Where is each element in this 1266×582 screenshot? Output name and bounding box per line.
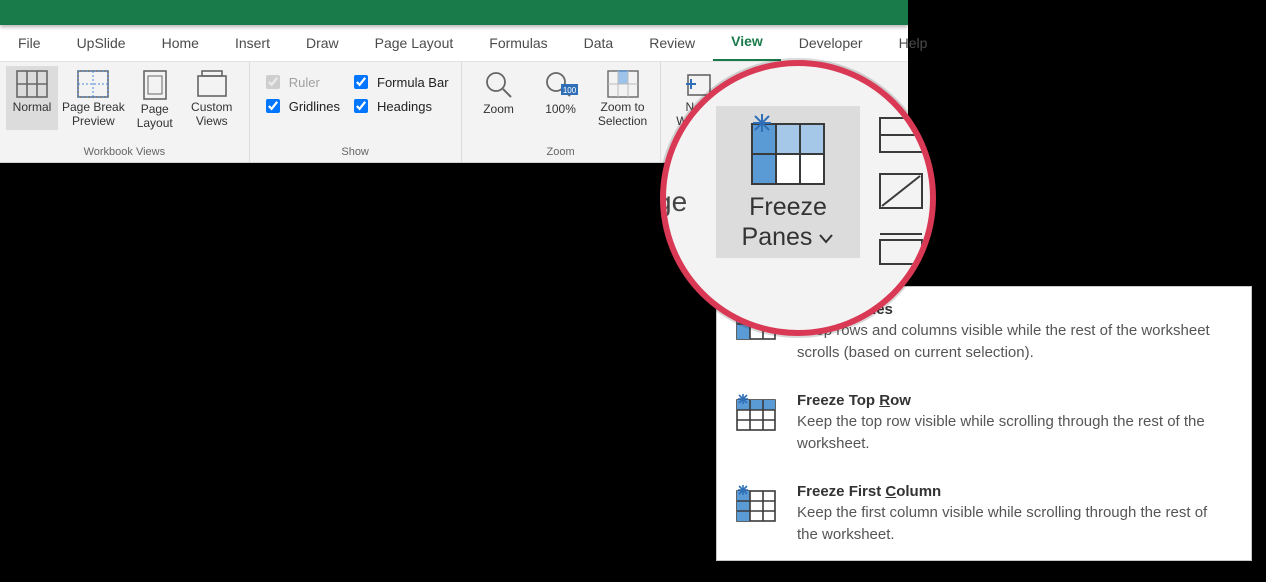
ruler-check [266, 75, 280, 89]
tab-developer[interactable]: Developer [781, 26, 881, 61]
ribbon-tabs: File UpSlide Home Insert Draw Page Layou… [0, 25, 908, 61]
gridlines-checkbox[interactable]: Gridlines [262, 96, 340, 116]
magnifier-callout: ge [660, 60, 936, 336]
menu-item-freeze-top-row[interactable]: Freeze Top Row Keep the top row visible … [717, 378, 1251, 469]
split-icon [878, 116, 924, 154]
zoom-100-button[interactable]: 100 100% [530, 66, 592, 132]
tab-formulas[interactable]: Formulas [471, 26, 565, 61]
group-label-workbook-views: Workbook Views [84, 144, 166, 160]
magnifier-icon [484, 70, 514, 100]
headings-checkbox[interactable]: Headings [350, 96, 449, 116]
freeze-panes-icon [748, 114, 828, 188]
zoom-to-selection-button[interactable]: Zoom toSelection [592, 66, 654, 130]
headings-check[interactable] [354, 99, 368, 113]
gridlines-label: Gridlines [289, 99, 340, 114]
zoom-button[interactable]: Zoom [468, 66, 530, 132]
page-break-label: Page BreakPreview [62, 100, 125, 130]
title-bar [0, 0, 908, 25]
zoom-label: Zoom [483, 102, 514, 132]
formula-bar-check[interactable] [354, 75, 368, 89]
menu-title-freeze-first-column: Freeze First Column [797, 483, 1217, 500]
freeze-first-column-item-icon [735, 483, 777, 546]
svg-text:100: 100 [562, 86, 576, 95]
freeze-label-l1: Freeze [722, 192, 854, 222]
tab-home[interactable]: Home [144, 26, 217, 61]
tab-data[interactable]: Data [566, 26, 632, 61]
menu-title-freeze-top-row: Freeze Top Row [797, 392, 1217, 409]
page-layout-icon [142, 70, 168, 100]
custom-views-button[interactable]: CustomViews [181, 66, 243, 130]
freeze-top-row-item-icon [735, 392, 777, 455]
group-zoom: Zoom 100 100% [462, 62, 661, 162]
magnified-arrange-fragment: ge [660, 186, 687, 218]
page-layout-button[interactable]: PageLayout [129, 66, 181, 132]
ruler-label: Ruler [289, 75, 320, 90]
menu-item-freeze-first-column[interactable]: Freeze First Column Keep the first colum… [717, 469, 1251, 560]
gridlines-check[interactable] [266, 99, 280, 113]
normal-button[interactable]: Normal [6, 66, 58, 130]
page-break-preview-button[interactable]: Page BreakPreview [58, 66, 129, 130]
zoom-to-selection-label: Zoom toSelection [598, 100, 647, 130]
custom-views-icon [197, 70, 227, 98]
custom-views-label: CustomViews [191, 100, 232, 130]
chevron-down-icon [818, 233, 834, 245]
freeze-panes-button[interactable]: Freeze Panes [716, 106, 860, 258]
menu-desc-freeze-top-row: Keep the top row visible while scrolling… [797, 411, 1217, 455]
freeze-label-l2: Panes [722, 222, 854, 252]
tab-draw[interactable]: Draw [288, 26, 357, 61]
tab-review[interactable]: Review [631, 26, 713, 61]
tab-page-layout[interactable]: Page Layout [357, 26, 472, 61]
group-workbook-views: Normal Page BreakPreview [0, 62, 250, 162]
tab-view[interactable]: View [713, 24, 781, 61]
tab-help[interactable]: Help [881, 26, 946, 61]
tab-insert[interactable]: Insert [217, 26, 288, 61]
normal-label: Normal [13, 100, 52, 130]
zoom-selection-icon [607, 70, 639, 98]
zoom-100-icon: 100 [544, 70, 578, 100]
formula-bar-checkbox[interactable]: Formula Bar [350, 72, 449, 92]
zoom-100-label: 100% [545, 102, 576, 132]
hide-icon [878, 172, 924, 210]
tab-file[interactable]: File [0, 26, 59, 61]
unhide-icon [878, 228, 924, 266]
group-label-show: Show [341, 144, 369, 160]
normal-view-icon [16, 70, 48, 98]
page-layout-label: PageLayout [137, 102, 173, 132]
formula-bar-label: Formula Bar [377, 75, 449, 90]
tab-upslide[interactable]: UpSlide [59, 26, 144, 61]
menu-desc-freeze-first-column: Keep the first column visible while scro… [797, 502, 1217, 546]
group-show: Ruler Formula Bar Gridlines Heading [250, 62, 462, 162]
page-break-icon [77, 70, 109, 98]
ruler-checkbox: Ruler [262, 72, 340, 92]
headings-label: Headings [377, 99, 432, 114]
group-label-zoom: Zoom [546, 144, 574, 160]
